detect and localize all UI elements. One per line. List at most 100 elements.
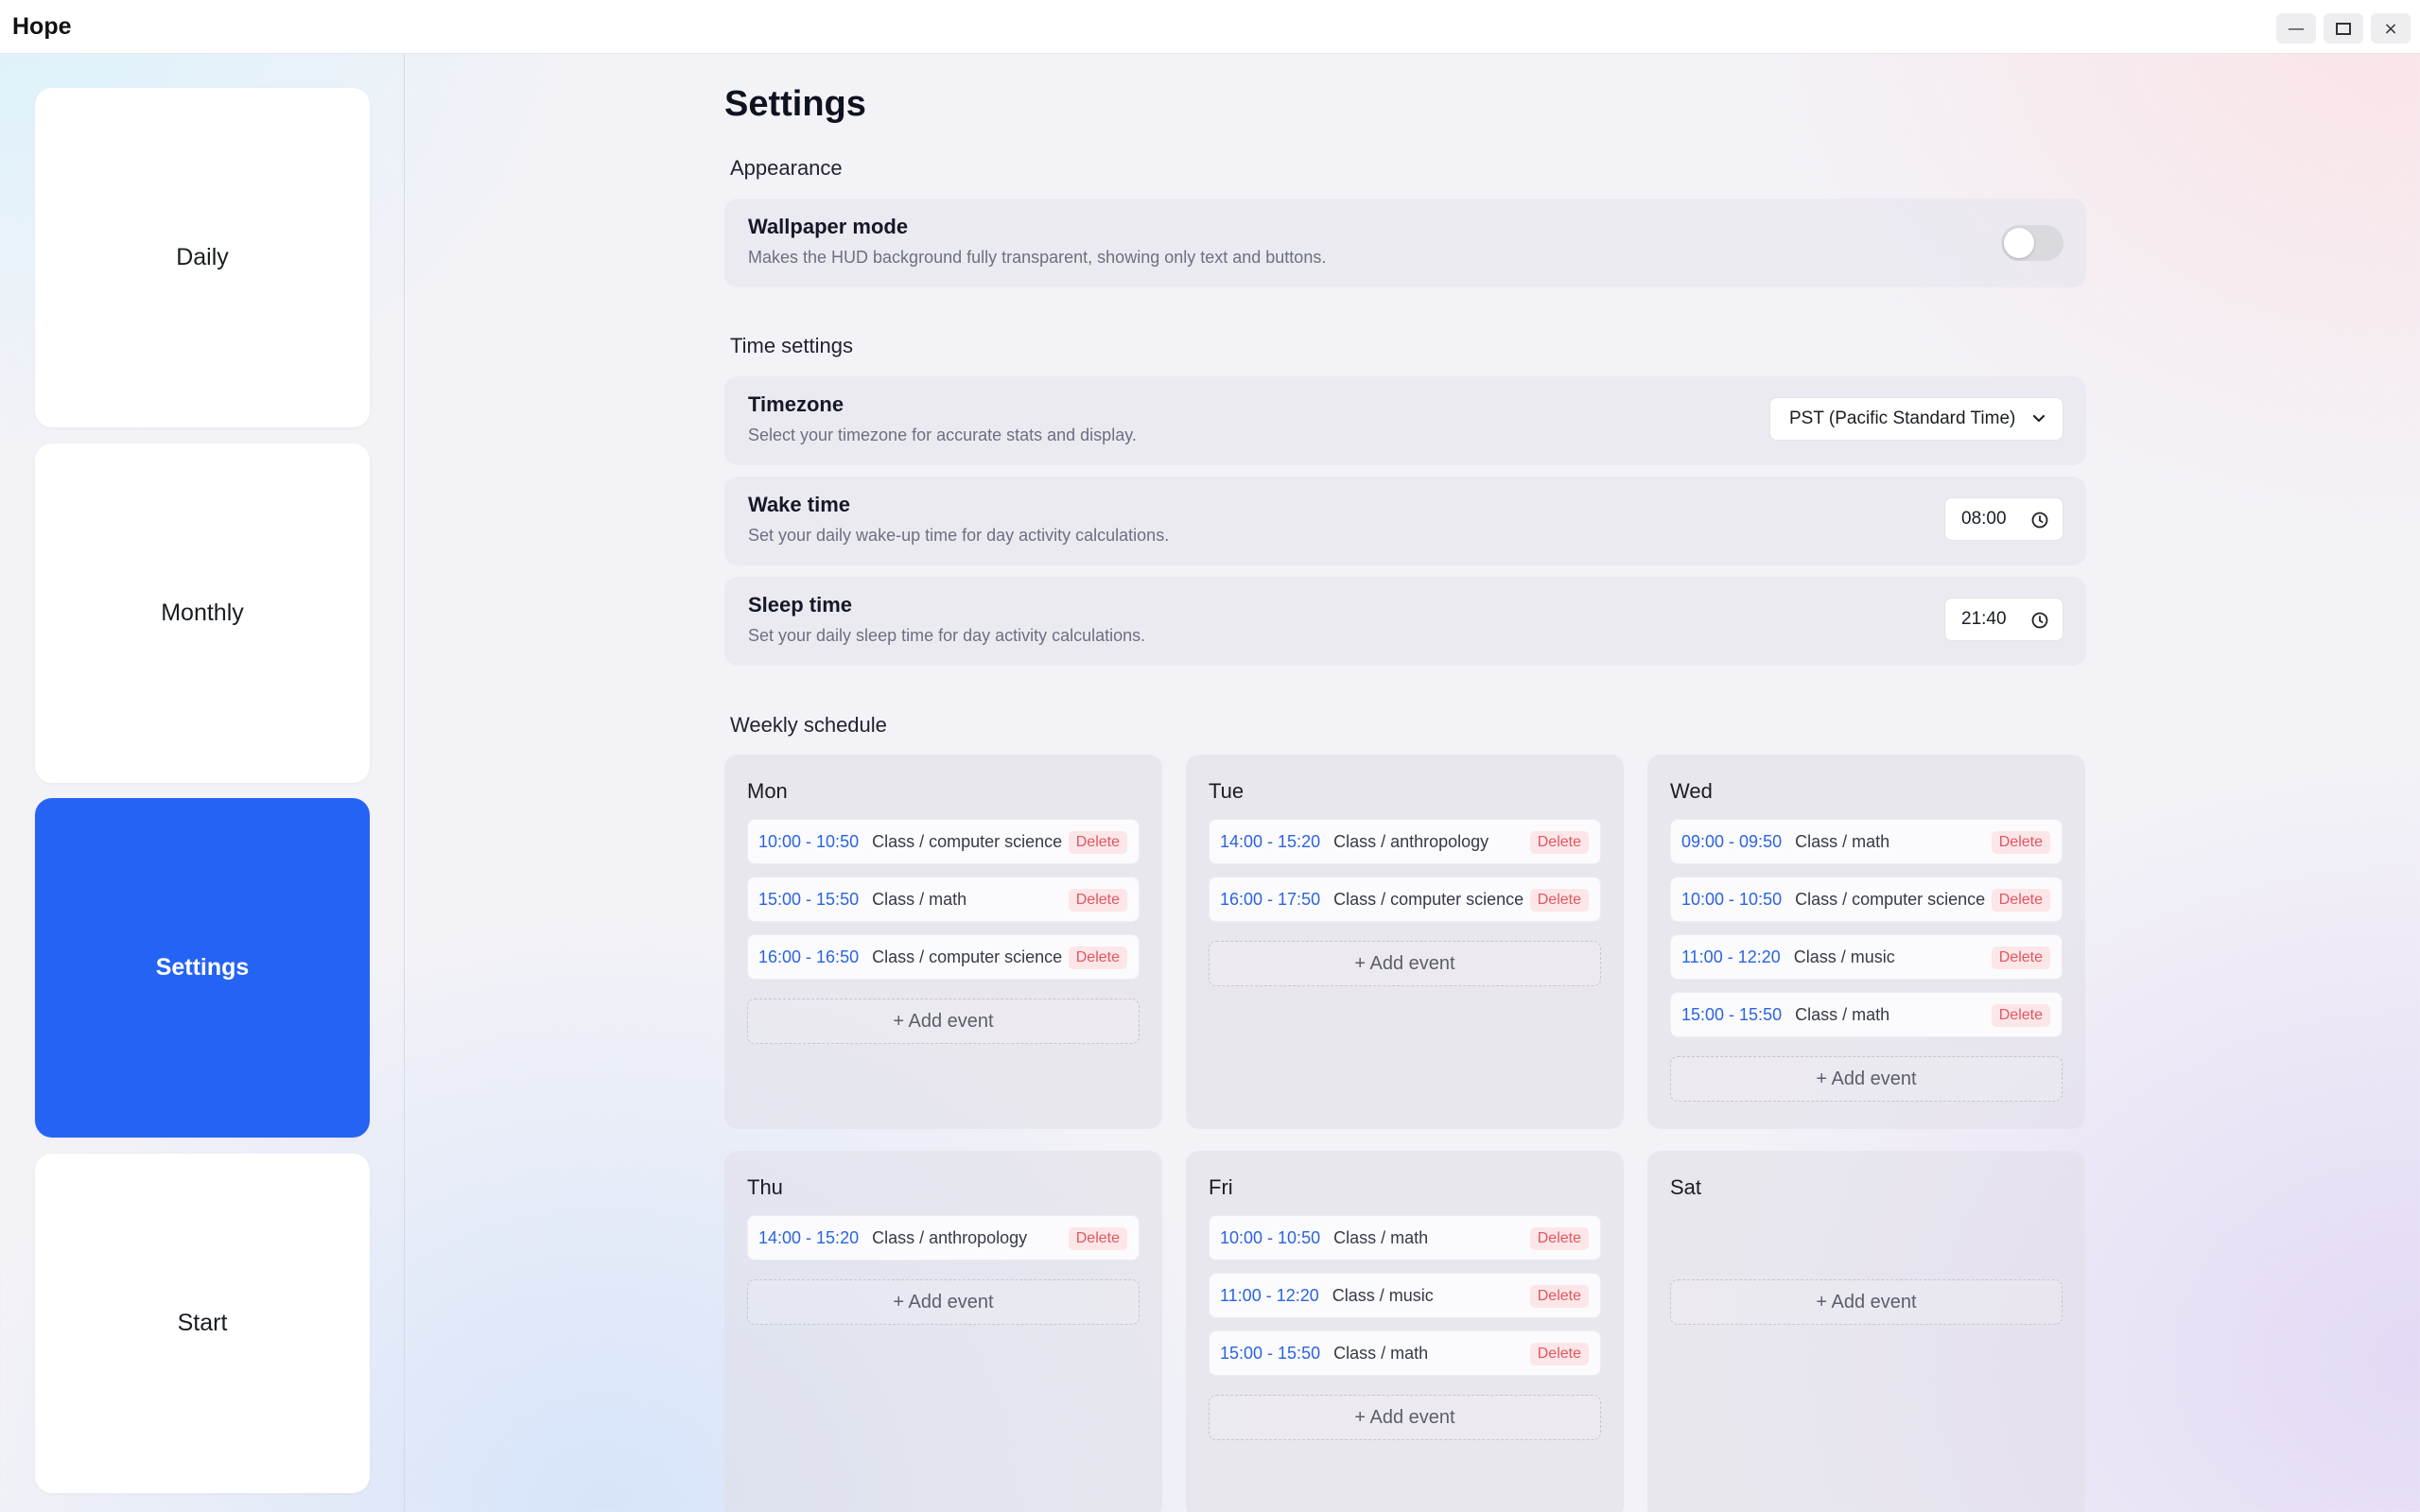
- setting-title: Wallpaper mode: [748, 215, 909, 238]
- day-card-thu: Thu 14:00 - 15:20 Class / anthropology D…: [724, 1151, 1162, 1512]
- window-controls: — ×: [2276, 13, 2411, 43]
- delete-event-button[interactable]: Delete: [1991, 947, 2050, 969]
- event-item[interactable]: 10:00 - 10:50 Class / computer science D…: [1670, 877, 2063, 922]
- add-event-button[interactable]: + Add event: [747, 1279, 1140, 1325]
- minimize-button[interactable]: —: [2276, 13, 2316, 43]
- maximize-button[interactable]: [2324, 13, 2363, 43]
- sidebar-item-label: Monthly: [161, 600, 244, 626]
- event-title: Class / computer science: [872, 947, 1063, 966]
- delete-event-button[interactable]: Delete: [1529, 831, 1589, 854]
- app-title: Hope: [12, 12, 72, 40]
- setting-description: Makes the HUD background fully transpare…: [748, 248, 1327, 267]
- close-icon: ×: [2383, 18, 2398, 39]
- delete-event-button[interactable]: Delete: [1529, 889, 1589, 912]
- event-time: 14:00 - 15:20: [1220, 831, 1321, 851]
- setting-title: Sleep time: [748, 593, 853, 617]
- event-item[interactable]: 14:00 - 15:20 Class / anthropology Delet…: [747, 1215, 1140, 1260]
- clock-icon[interactable]: [2030, 611, 2049, 630]
- sidebar-item-label: Settings: [155, 954, 250, 981]
- page-title: Settings: [724, 84, 866, 124]
- day-name: Fri: [1209, 1175, 1233, 1199]
- sleep-time-input[interactable]: 21:40: [1944, 598, 2063, 641]
- delete-event-button[interactable]: Delete: [1991, 831, 2050, 854]
- add-event-button[interactable]: + Add event: [1209, 941, 1601, 986]
- delete-event-button[interactable]: Delete: [1068, 947, 1127, 969]
- sidebar-item-settings[interactable]: Settings: [35, 798, 370, 1138]
- event-time: 14:00 - 15:20: [758, 1227, 860, 1247]
- section-weekly-schedule: Weekly schedule: [730, 713, 887, 737]
- delete-event-button[interactable]: Delete: [1068, 1227, 1127, 1250]
- event-item[interactable]: 10:00 - 10:50 Class / computer science D…: [747, 819, 1140, 864]
- event-item[interactable]: 11:00 - 12:20 Class / music Delete: [1670, 934, 2063, 980]
- sidebar-item-monthly[interactable]: Monthly: [35, 443, 370, 783]
- event-item[interactable]: 10:00 - 10:50 Class / math Delete: [1209, 1215, 1601, 1260]
- wake-time-input[interactable]: 08:00: [1944, 497, 2063, 541]
- maximize-icon: [2336, 22, 2351, 35]
- setting-description: Set your daily wake-up time for day acti…: [748, 526, 1170, 545]
- add-event-button[interactable]: + Add event: [1670, 1056, 2063, 1102]
- timezone-select[interactable]: PST (Pacific Standard Time): [1769, 397, 2063, 441]
- event-item[interactable]: 14:00 - 15:20 Class / anthropology Delet…: [1209, 819, 1601, 864]
- sidebar-item-label: Daily: [176, 244, 229, 270]
- day-card-wed: Wed 09:00 - 09:50 Class / math Delete 10…: [1647, 755, 2085, 1129]
- day-name: Sat: [1670, 1175, 1702, 1199]
- event-time: 16:00 - 17:50: [1220, 889, 1321, 909]
- event-item[interactable]: 15:00 - 15:50 Class / math Delete: [1670, 992, 2063, 1037]
- event-title: Class / computer science: [1795, 889, 1986, 909]
- event-time: 11:00 - 12:20: [1220, 1285, 1319, 1305]
- event-title: Class / computer science: [872, 831, 1063, 851]
- event-title: Class / anthropology: [872, 1227, 1028, 1247]
- event-time: 10:00 - 10:50: [758, 831, 860, 851]
- delete-event-button[interactable]: Delete: [1991, 1004, 2050, 1027]
- event-title: Class / math: [1795, 831, 1890, 851]
- wake-time-value: 08:00: [1961, 509, 2007, 529]
- sidebar-item-start[interactable]: Start: [35, 1154, 370, 1493]
- add-event-button[interactable]: + Add event: [1209, 1395, 1601, 1440]
- sidebar-item-label: Start: [177, 1310, 228, 1336]
- event-item[interactable]: 09:00 - 09:50 Class / math Delete: [1670, 819, 2063, 864]
- clock-icon[interactable]: [2030, 511, 2049, 530]
- section-time-settings: Time settings: [730, 334, 854, 357]
- sleep-time-row: Sleep time Set your daily sleep time for…: [724, 577, 2086, 666]
- event-item[interactable]: 15:00 - 15:50 Class / math Delete: [1209, 1330, 1601, 1376]
- event-title: Class / music: [1332, 1285, 1434, 1305]
- wallpaper-mode-row: Wallpaper mode Makes the HUD background …: [724, 199, 2086, 287]
- add-event-button[interactable]: + Add event: [747, 999, 1140, 1044]
- delete-event-button[interactable]: Delete: [1068, 831, 1127, 854]
- delete-event-button[interactable]: Delete: [1991, 889, 2050, 912]
- wallpaper-mode-toggle[interactable]: [2001, 225, 2063, 261]
- day-name: Mon: [747, 779, 788, 803]
- sidebar: Daily Monthly Settings Start: [0, 54, 405, 1512]
- day-name: Thu: [747, 1175, 783, 1199]
- close-button[interactable]: ×: [2371, 13, 2411, 43]
- delete-event-button[interactable]: Delete: [1529, 1285, 1589, 1308]
- event-title: Class / anthropology: [1333, 831, 1489, 851]
- delete-event-button[interactable]: Delete: [1529, 1227, 1589, 1250]
- day-card-tue: Tue 14:00 - 15:20 Class / anthropology D…: [1186, 755, 1624, 1129]
- wake-time-row: Wake time Set your daily wake-up time fo…: [724, 477, 2086, 565]
- day-card-fri: Fri 10:00 - 10:50 Class / math Delete 11…: [1186, 1151, 1624, 1512]
- timezone-value: PST (Pacific Standard Time): [1789, 408, 2016, 428]
- chevron-down-icon: [2032, 414, 2046, 423]
- event-item[interactable]: 15:00 - 15:50 Class / math Delete: [747, 877, 1140, 922]
- day-card-mon: Mon 10:00 - 10:50 Class / computer scien…: [724, 755, 1162, 1129]
- event-time: 15:00 - 15:50: [1220, 1343, 1321, 1363]
- delete-event-button[interactable]: Delete: [1068, 889, 1127, 912]
- add-event-button[interactable]: + Add event: [1670, 1279, 2063, 1325]
- setting-title: Wake time: [748, 493, 851, 516]
- timezone-row: Timezone Select your timezone for accura…: [724, 376, 2086, 465]
- sidebar-item-daily[interactable]: Daily: [35, 88, 370, 427]
- event-item[interactable]: 16:00 - 17:50 Class / computer science D…: [1209, 877, 1601, 922]
- event-item[interactable]: 16:00 - 16:50 Class / computer science D…: [747, 934, 1140, 980]
- event-title: Class / math: [1795, 1004, 1890, 1024]
- setting-description: Set your daily sleep time for day activi…: [748, 626, 1146, 645]
- event-time: 16:00 - 16:50: [758, 947, 860, 966]
- event-item[interactable]: 11:00 - 12:20 Class / music Delete: [1209, 1273, 1601, 1318]
- event-title: Class / music: [1793, 947, 1895, 966]
- event-title: Class / computer science: [1333, 889, 1524, 909]
- event-time: 09:00 - 09:50: [1681, 831, 1783, 851]
- event-title: Class / math: [872, 889, 967, 909]
- delete-event-button[interactable]: Delete: [1529, 1343, 1589, 1365]
- section-appearance: Appearance: [730, 156, 843, 180]
- sleep-time-value: 21:40: [1961, 609, 2007, 629]
